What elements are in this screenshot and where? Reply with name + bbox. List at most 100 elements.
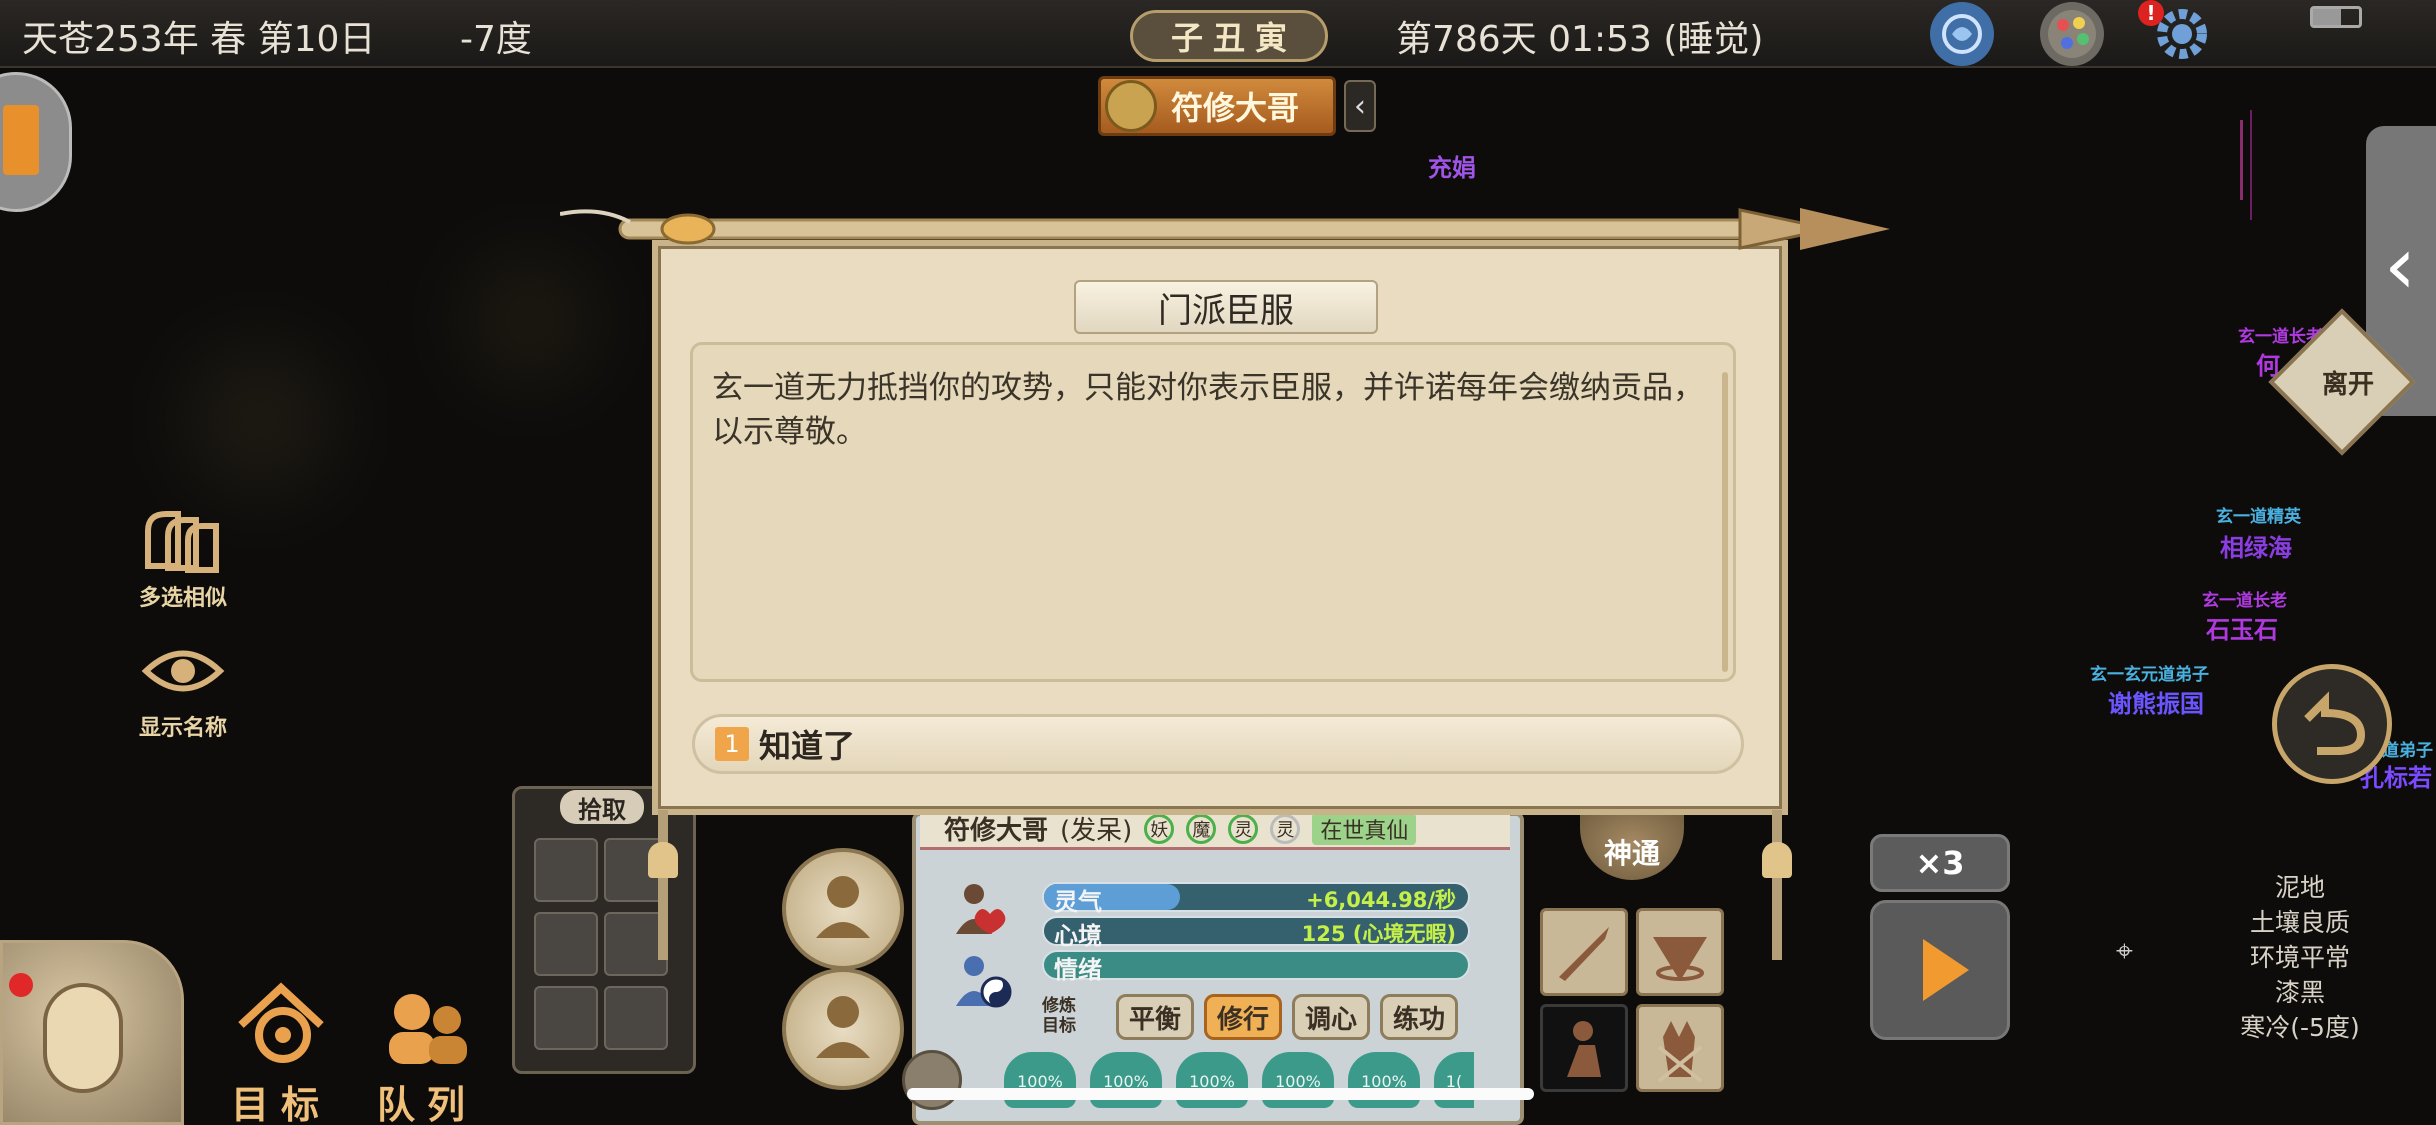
- skill-tile[interactable]: [1636, 1004, 1724, 1092]
- character-tag[interactable]: 符修大哥: [1098, 76, 1336, 136]
- shentong-label: 神通: [1603, 837, 1660, 870]
- loot-slot[interactable]: [604, 986, 668, 1050]
- entity-title: 玄一道长老: [2202, 591, 2287, 611]
- action-train-button[interactable]: 练功: [1380, 994, 1458, 1040]
- speed-label: ×3: [1915, 844, 1965, 882]
- cultivator-portrait[interactable]: [782, 848, 904, 970]
- entity-name[interactable]: 相绿海: [2220, 528, 2292, 563]
- target-icon: [238, 982, 324, 1063]
- gift-button[interactable]: [0, 72, 72, 212]
- back-button[interactable]: [2272, 664, 2392, 784]
- character-avatar: [1105, 80, 1157, 132]
- shentong-button[interactable]: 神通: [1580, 806, 1684, 880]
- gourd-icon: [43, 983, 123, 1093]
- multi-select-icon: [145, 511, 219, 573]
- play-icon: [1923, 939, 1969, 1001]
- zodiac-char: 寅: [1255, 19, 1288, 57]
- palm-cross-icon: [1657, 1021, 1703, 1083]
- heart-figure-icon: [946, 874, 1016, 944]
- return-arrow-icon: [2304, 691, 2366, 755]
- gourd-panel[interactable]: [0, 940, 184, 1125]
- status-char-name: 符修大哥: [944, 816, 1049, 846]
- qi-value: +6,044.98/秒: [1306, 888, 1456, 912]
- show-names-label: 显示名称: [138, 716, 227, 741]
- dialog-scrollbar[interactable]: [1722, 372, 1728, 672]
- env-soil: 土壤良质: [2249, 908, 2350, 937]
- loot-slot[interactable]: [534, 986, 598, 1050]
- play-button[interactable]: [1870, 900, 2010, 1040]
- crosshair-icon: ⌖: [2116, 934, 2133, 969]
- map-trace-line: [2240, 120, 2243, 200]
- target-label: 目标: [230, 1083, 331, 1125]
- status-char-tag: (发呆): [1060, 816, 1133, 846]
- sword-icon: [1559, 927, 1609, 981]
- gift-icon: [3, 105, 39, 175]
- bell-icon: [648, 842, 678, 878]
- queue-icon: [389, 994, 467, 1064]
- env-light: 漆黑: [2274, 978, 2325, 1007]
- show-names-tool[interactable]: 显示名称: [118, 636, 248, 742]
- figure-icon: [1567, 1021, 1601, 1077]
- loot-title: 拾取: [560, 790, 644, 824]
- yin-yang-figure-icon: [946, 946, 1016, 1016]
- multi-select-tool[interactable]: 多选相似: [118, 506, 248, 612]
- map-label: 充娟: [1428, 154, 1476, 182]
- speed-button[interactable]: ×3: [1870, 834, 2010, 892]
- zodiac-indicator[interactable]: 子 丑 寅: [1130, 10, 1328, 62]
- collapse-button[interactable]: ‹: [1344, 80, 1376, 132]
- battery-icon: [2310, 6, 2362, 28]
- scroll-tassel-left: [658, 810, 668, 960]
- palette-icon[interactable]: [2040, 2, 2104, 66]
- entity-name[interactable]: 谢熊振国: [2108, 684, 2204, 719]
- arrow-target-icon: [1653, 937, 1707, 981]
- status-header: 符修大哥 (发呆) 妖 魔 灵 灵 在世真仙: [920, 810, 1510, 850]
- queue-button[interactable]: 队列: [372, 980, 482, 1125]
- environment-info: 泥地 土壤良质 环境平常 漆黑 寒冷(-5度): [2220, 870, 2380, 1045]
- leave-label: 离开: [2322, 370, 2375, 400]
- percent-row: 100% 100% 100% 100% 100% 1(: [1004, 1052, 1504, 1112]
- trait-badge: 灵: [1228, 813, 1259, 844]
- realm-label: 在世真仙: [1312, 812, 1417, 845]
- scroll-tassel-right: [1772, 810, 1782, 960]
- character-name: 符修大哥: [1171, 89, 1300, 127]
- meditating-figure-icon: [816, 996, 870, 1058]
- multi-select-label: 多选相似: [138, 586, 227, 611]
- target-button[interactable]: 目标: [226, 980, 336, 1125]
- mind-bar: 心境 125 (心境无暇): [1042, 916, 1470, 950]
- skill-tile[interactable]: [1636, 908, 1724, 996]
- entity-name[interactable]: 石玉石: [2206, 610, 2278, 645]
- chevron-left-icon: ‹: [1354, 88, 1366, 124]
- skill-tile[interactable]: [1540, 1004, 1628, 1092]
- settings-cog-icon[interactable]: [902, 1050, 962, 1110]
- emotion-label: 情绪: [1054, 956, 1102, 984]
- trait-badge: 灵: [1270, 813, 1301, 844]
- rune-icon[interactable]: [1930, 2, 1994, 66]
- map-trace-line: [2250, 110, 2252, 220]
- loot-slot[interactable]: [534, 912, 598, 976]
- action-balance-button[interactable]: 平衡: [1116, 994, 1194, 1040]
- skill-tile[interactable]: [1540, 908, 1628, 996]
- env-temperature: 寒冷(-5度): [2240, 1013, 2360, 1042]
- meditating-figure-icon: [816, 876, 870, 938]
- game-date: 天苍253年 春 第10日: [22, 19, 376, 60]
- home-indicator[interactable]: [907, 1088, 1534, 1100]
- dialog-title: 门派臣服: [1074, 280, 1378, 334]
- loot-slot[interactable]: [534, 838, 598, 902]
- queue-label: 队列: [376, 1083, 477, 1125]
- chevron-left-icon: ‹: [2384, 219, 2416, 312]
- action-cultivate-button[interactable]: 修行: [1204, 994, 1282, 1040]
- bell-icon: [1762, 842, 1792, 878]
- entity-title: 玄一道精英: [2216, 507, 2301, 527]
- alert-badge-icon: !: [2138, 0, 2164, 26]
- env-ground: 泥地: [2274, 873, 2325, 902]
- option-label: 知道了: [759, 727, 856, 765]
- trait-badge: 魔: [1186, 813, 1217, 844]
- zodiac-char: 子: [1170, 19, 1203, 57]
- dialog-option-acknowledge[interactable]: 1 知道了: [692, 714, 1744, 774]
- action-mind-button[interactable]: 调心: [1292, 994, 1370, 1040]
- cultivator-portrait[interactable]: [782, 968, 904, 1090]
- entity-title: 玄一玄元道弟子: [2090, 665, 2209, 685]
- train-target-label: 修炼目标: [1042, 996, 1076, 1036]
- env-condition: 环境平常: [2249, 943, 2350, 972]
- temperature: -7度: [460, 19, 532, 60]
